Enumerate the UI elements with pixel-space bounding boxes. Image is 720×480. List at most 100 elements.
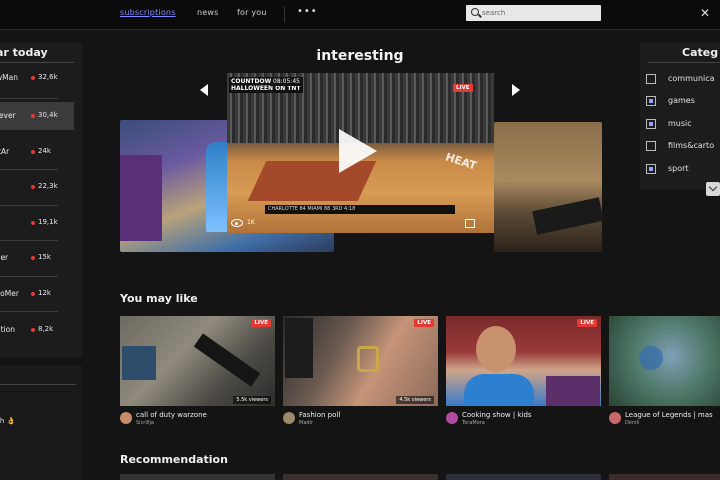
scoreboard-bar: CHARLOTTE 84 MIAMI 88 3RD 4:18	[265, 205, 455, 214]
game-map-feature	[639, 346, 663, 370]
streamer-cam	[546, 376, 600, 406]
carousel-next-button[interactable]	[510, 84, 520, 96]
channel-name: ver	[0, 253, 9, 262]
game-weapon-image	[532, 197, 602, 235]
stream-thumbnail[interactable]: LIVE 5.5k viewers	[120, 316, 275, 406]
category-label: music	[668, 119, 692, 128]
popular-item[interactable]: ver 15k	[0, 244, 74, 272]
category-music[interactable]: music	[646, 117, 720, 131]
more-menu-button[interactable]: •••	[297, 6, 318, 17]
stream-title[interactable]: Fashion poll	[299, 411, 340, 419]
kid-face-image	[476, 326, 516, 372]
carousel-side-thumbnail-right[interactable]	[494, 122, 602, 252]
stream-title[interactable]: Cooking show | kids	[462, 411, 532, 419]
category-checkbox[interactable]	[646, 96, 656, 106]
popular-item[interactable]: lioMer 12k	[0, 280, 74, 308]
chevron-down-icon[interactable]	[706, 182, 720, 196]
divider	[0, 276, 58, 277]
carousel-prev-button[interactable]	[200, 84, 210, 96]
live-dot-icon	[31, 185, 35, 189]
streamer-name[interactable]: Sicrillja	[136, 420, 154, 426]
category-communication[interactable]: communica	[646, 72, 720, 86]
kid-shirt-image	[464, 374, 534, 406]
stream-title[interactable]: League of Legends | mas	[625, 411, 713, 419]
popular-item[interactable]: ation 8,2k	[0, 316, 74, 344]
category-games[interactable]: games	[646, 94, 720, 108]
viewer-count: 12k	[38, 289, 51, 297]
category-sport[interactable]: sport	[646, 162, 720, 176]
live-dot-icon	[31, 292, 35, 296]
avatar[interactable]	[446, 412, 458, 424]
viewer-count: 30,4k	[38, 111, 58, 119]
category-checkbox[interactable]	[646, 164, 656, 174]
category-checkbox[interactable]	[646, 141, 656, 151]
category-checkbox[interactable]	[646, 74, 656, 84]
divider	[0, 311, 58, 312]
popular-item[interactable]: 22,3k	[0, 173, 74, 201]
channel-name: lioMer	[0, 289, 19, 298]
live-badge: LIVE	[453, 84, 473, 92]
viewer-count: 5.5k viewers	[233, 396, 271, 404]
streamer-cam	[122, 346, 156, 380]
viewer-count: 8,2k	[38, 325, 54, 333]
search-box[interactable]	[466, 5, 601, 21]
popular-today-title: ar today	[0, 46, 48, 59]
left-secondary-panel: ch 👌	[0, 365, 82, 480]
viewer-count: 32,6k	[38, 73, 58, 81]
divider	[0, 169, 58, 170]
category-films[interactable]: films&carto	[646, 139, 720, 153]
fullscreen-icon[interactable]	[465, 219, 475, 228]
avatar[interactable]	[283, 412, 295, 424]
nav-news[interactable]: news	[197, 8, 219, 17]
streamer-name[interactable]: Dimili	[625, 420, 639, 426]
nav-for-you[interactable]: for you	[237, 8, 267, 17]
live-dot-icon	[31, 256, 35, 260]
weapon-image	[193, 333, 261, 387]
recommendation-thumbnail[interactable]	[446, 474, 601, 480]
nav-divider	[284, 6, 285, 22]
stream-thumbnail[interactable]	[609, 316, 720, 406]
live-badge: LIVE	[251, 319, 271, 327]
channel-name: rever	[0, 111, 16, 120]
category-checkbox[interactable]	[646, 119, 656, 129]
search-input[interactable]	[482, 6, 592, 20]
recommendation-thumbnail[interactable]	[120, 474, 275, 480]
viewer-count: 4.5k viewers	[396, 396, 434, 404]
categories-title: Categ	[682, 46, 719, 59]
play-icon[interactable]	[339, 129, 377, 173]
court-watermark: HEAT	[443, 150, 479, 173]
channel-name: ation	[0, 325, 15, 334]
popular-today-panel: ar today wMan 32,6k rever 30,4k ltAr 24k…	[0, 42, 82, 358]
number-overlay	[285, 318, 313, 378]
divider	[648, 62, 720, 63]
close-icon[interactable]: ✕	[700, 6, 710, 20]
nav-subscriptions[interactable]: subscriptions	[120, 8, 176, 17]
popular-item[interactable]: ltAr 24k	[0, 138, 74, 166]
popular-item[interactable]: wMan 32,6k	[0, 64, 74, 92]
streamer-name[interactable]: Madir	[299, 420, 313, 426]
avatar[interactable]	[120, 412, 132, 424]
viewer-count: 22,3k	[38, 182, 58, 190]
recommendation-thumbnail[interactable]	[283, 474, 438, 480]
category-label: games	[668, 96, 695, 105]
eye-icon	[231, 219, 243, 227]
category-label: communica	[668, 74, 715, 83]
live-badge: LIVE	[577, 319, 597, 327]
streamer-name[interactable]: ToraMora	[462, 420, 485, 426]
stream-thumbnail[interactable]: LIVE 4.5k viewers	[283, 316, 438, 406]
live-dot-icon	[31, 150, 35, 154]
live-badge: LIVE	[414, 319, 434, 327]
viewer-count: 24k	[38, 147, 51, 155]
left-panel-item[interactable]: ch 👌	[0, 417, 15, 425]
popular-item[interactable]: 19,1k	[0, 209, 74, 237]
stream-thumbnail[interactable]: LIVE	[446, 316, 601, 406]
categories-panel: Categ communica games music films&carto …	[640, 42, 720, 190]
streaming-home: subscriptions news for you ••• ✕ ar toda…	[0, 0, 720, 480]
stream-title[interactable]: call of duty warzone	[136, 411, 207, 419]
live-dot-icon	[31, 76, 35, 80]
recommendation-thumbnail[interactable]	[609, 474, 720, 480]
channel-name: ltAr	[0, 147, 10, 156]
popular-item-selected[interactable]: rever 30,4k	[0, 102, 74, 130]
featured-stream-player[interactable]: COUNTDOWN TO HALLOWEEN ON TNT 08:05:45 L…	[227, 73, 494, 233]
avatar[interactable]	[609, 412, 621, 424]
